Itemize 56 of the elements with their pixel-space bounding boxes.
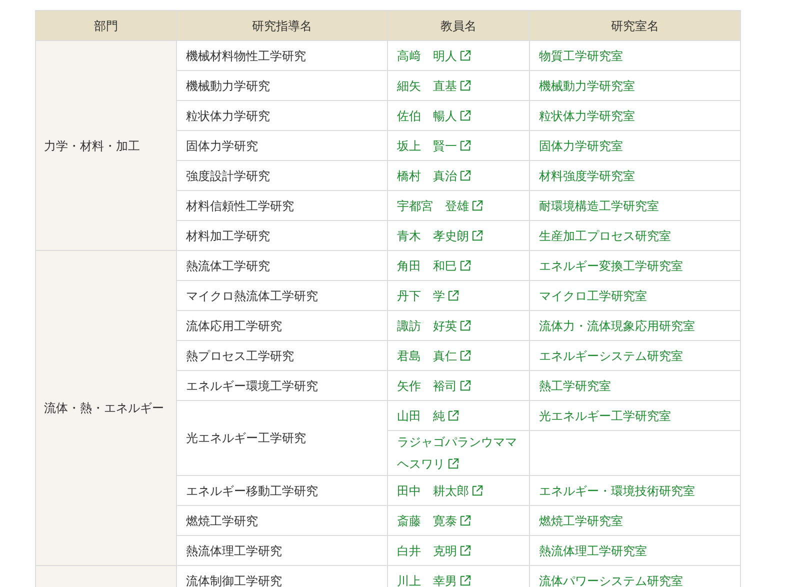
table-cell: 耐環境構造工学研究室 bbox=[530, 190, 740, 220]
external-link-icon bbox=[460, 350, 471, 360]
table-cell: 機械動力学研究 bbox=[176, 70, 388, 100]
table-cell: エネルギー・環境技術研究室 bbox=[530, 476, 740, 506]
external-link-icon bbox=[460, 140, 471, 150]
external-link-icon bbox=[460, 574, 471, 586]
table-cell: 熱流体工学研究 bbox=[176, 250, 388, 280]
table-cell: 固体力学研究 bbox=[176, 130, 388, 160]
table-cell: 生産加工プロセス研究室 bbox=[530, 220, 740, 250]
table-cell: エネルギー環境工学研究 bbox=[176, 370, 388, 400]
table-cell: 材料信頼性工学研究 bbox=[176, 190, 388, 220]
table-cell: 流体・熱・エネルギー bbox=[36, 250, 176, 566]
table-cell: マイクロ工学研究室 bbox=[530, 280, 740, 310]
table-cell: 粒状体力学研究室 bbox=[530, 100, 740, 130]
table-cell: 材料強度学研究室 bbox=[530, 160, 740, 190]
external-link-icon bbox=[472, 200, 483, 210]
external-link-icon bbox=[460, 50, 471, 60]
table-cell: 熱流体理工学研究室 bbox=[530, 536, 740, 566]
column-header: 部門 bbox=[36, 10, 176, 40]
table-cell: 熱プロセス工学研究 bbox=[176, 340, 388, 370]
external-link-icon bbox=[460, 110, 471, 120]
table-cell: 物質工学研究室 bbox=[530, 40, 740, 70]
external-link-icon bbox=[460, 80, 471, 90]
external-link-icon bbox=[472, 484, 483, 496]
column-header: 教員名 bbox=[388, 10, 530, 40]
table-cell: 強度設計学研究 bbox=[176, 160, 388, 190]
table-cell: 固体力学研究室 bbox=[530, 130, 740, 160]
table-cell: 粒状体力学研究 bbox=[176, 100, 388, 130]
table-cell: エネルギー変換工学研究室 bbox=[530, 250, 740, 280]
external-link-icon bbox=[460, 544, 471, 556]
table-cell: 光エネルギー工学研究室 bbox=[530, 400, 740, 430]
external-link-icon bbox=[460, 170, 471, 180]
external-link-icon bbox=[460, 260, 471, 270]
external-link-icon bbox=[460, 380, 471, 390]
table-cell: 流体力・流体現象応用研究室 bbox=[530, 310, 740, 340]
table-cell: 燃焼工学研究室 bbox=[530, 506, 740, 536]
table-cell: 熱工学研究室 bbox=[530, 370, 740, 400]
external-link-icon bbox=[460, 320, 471, 330]
table-cell: 燃焼工学研究 bbox=[176, 506, 388, 536]
table-cell: 機械材料物性工学研究 bbox=[176, 40, 388, 70]
external-link-icon bbox=[460, 514, 471, 526]
table-cell: 流体応用工学研究 bbox=[176, 310, 388, 340]
table-cell: エネルギー移動工学研究 bbox=[176, 476, 388, 506]
external-link-icon bbox=[448, 410, 459, 420]
external-link-icon bbox=[448, 290, 459, 300]
column-header: 研究室名 bbox=[530, 10, 740, 40]
column-header: 研究指導名 bbox=[176, 10, 388, 40]
external-link-icon bbox=[448, 458, 459, 469]
table-cell: 熱流体理工学研究 bbox=[176, 536, 388, 566]
table-cell: 材料加工学研究 bbox=[176, 220, 388, 250]
table-cell: マイクロ熱流体工学研究 bbox=[176, 280, 388, 310]
table-cell: 力学・材料・加工 bbox=[36, 40, 176, 250]
table-cell: 光エネルギー工学研究 bbox=[176, 400, 388, 476]
external-link-icon bbox=[472, 230, 483, 240]
table-cell: 機械動力学研究室 bbox=[530, 70, 740, 100]
table-cell: エネルギーシステム研究室 bbox=[530, 340, 740, 370]
